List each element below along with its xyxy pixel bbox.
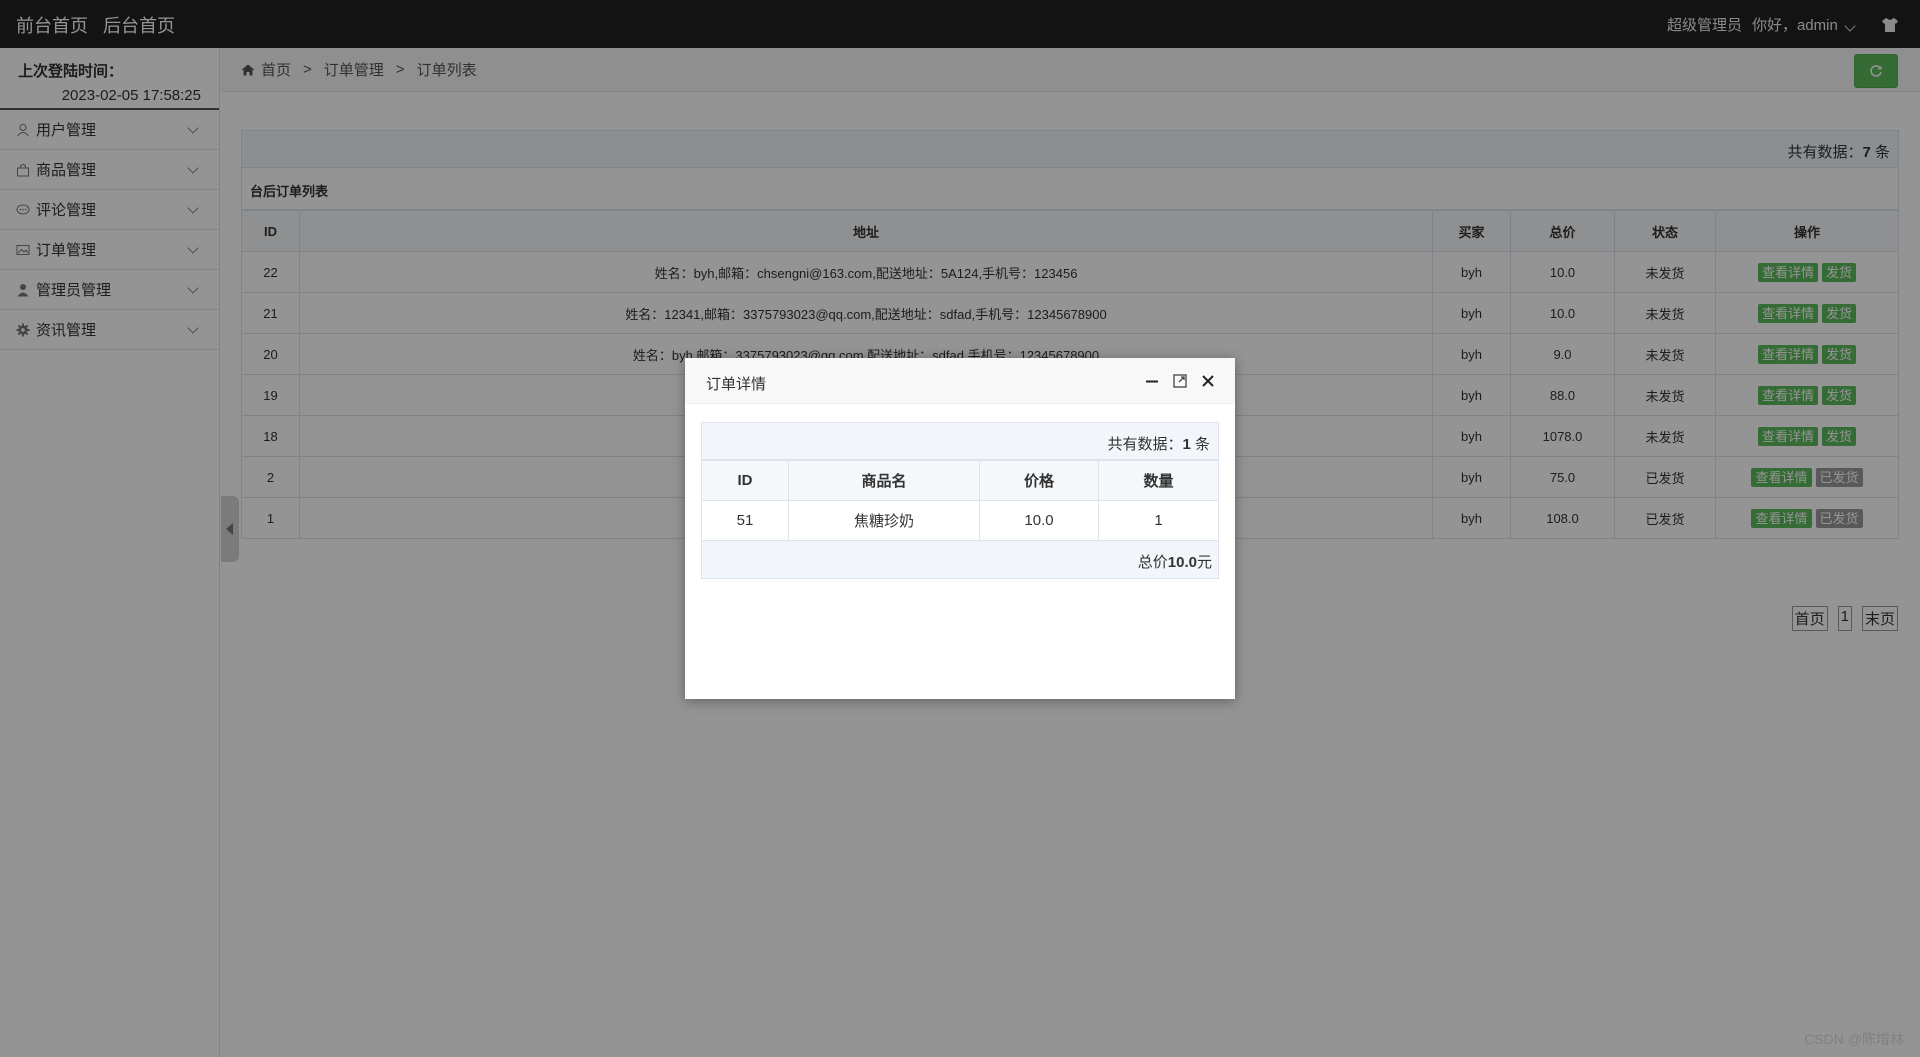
modal-total-bar: 总价10.0元 bbox=[701, 541, 1219, 579]
modal-header: 订单详情 bbox=[685, 358, 1235, 404]
maximize-icon[interactable] bbox=[1171, 372, 1189, 390]
cell-id: 51 bbox=[701, 500, 789, 541]
cell-price: 10.0 bbox=[979, 500, 1099, 541]
cell-product-name: 焦糖珍奶 bbox=[788, 500, 980, 541]
count-unit: 条 bbox=[1190, 436, 1210, 453]
total-label: 总价 bbox=[1137, 554, 1168, 571]
col-header-price: 价格 bbox=[979, 460, 1099, 501]
order-items-table: ID 商品名 价格 数量 51 焦糖珍奶 10.0 1 bbox=[701, 460, 1219, 541]
table-row: 51 焦糖珍奶 10.0 1 bbox=[701, 500, 1219, 541]
col-header-id: ID bbox=[701, 460, 789, 501]
minimize-icon[interactable] bbox=[1143, 372, 1161, 390]
col-header-quantity: 数量 bbox=[1098, 460, 1219, 501]
modal-count-bar: 共有数据：1 条 bbox=[701, 422, 1219, 460]
total-value: 10.0 bbox=[1167, 554, 1197, 571]
modal-controls bbox=[1143, 372, 1217, 390]
close-icon[interactable] bbox=[1199, 372, 1217, 390]
modal-body: 共有数据：1 条 ID 商品名 价格 数量 51 焦糖珍奶 10.0 1 总价1… bbox=[685, 404, 1235, 597]
total-unit: 元 bbox=[1196, 554, 1212, 571]
count-label: 共有数据： bbox=[1107, 436, 1183, 453]
cell-quantity: 1 bbox=[1098, 500, 1219, 541]
modal-title: 订单详情 bbox=[706, 376, 767, 393]
table-header-row: ID 商品名 价格 数量 bbox=[701, 460, 1219, 501]
count-value: 1 bbox=[1182, 436, 1191, 453]
col-header-product-name: 商品名 bbox=[788, 460, 980, 501]
order-detail-modal: 订单详情 共有数据：1 条 ID 商品名 价格 数量 51 焦糖珍奶 10.0 … bbox=[685, 358, 1235, 699]
